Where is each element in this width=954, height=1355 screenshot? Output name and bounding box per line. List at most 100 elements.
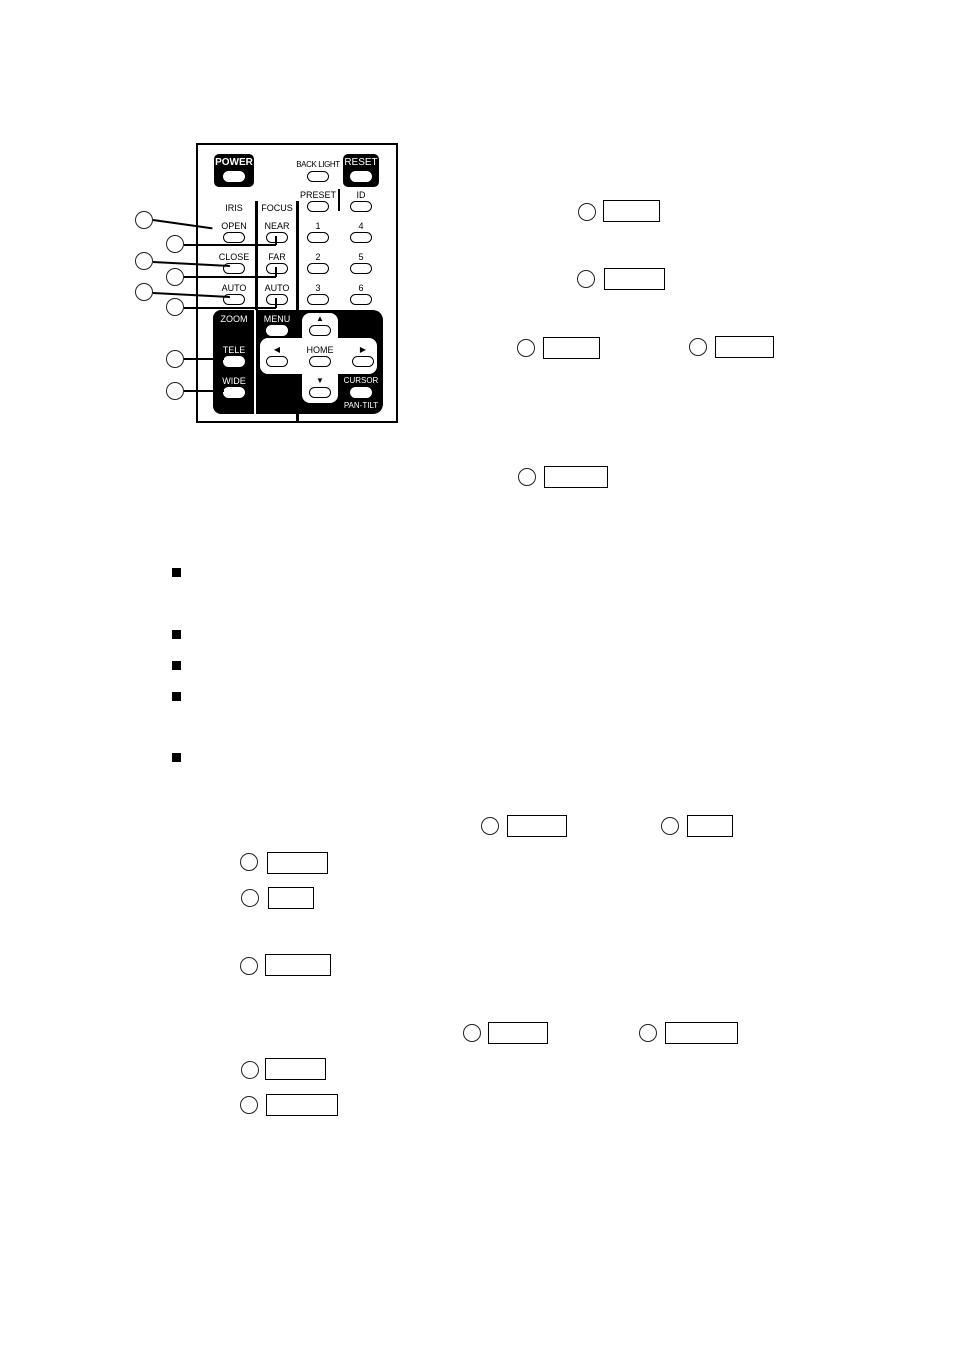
- iris-label: IRIS: [225, 203, 243, 213]
- zoom-tele-button[interactable]: [223, 356, 245, 367]
- preset-6-button[interactable]: [350, 294, 372, 305]
- callout-box: [268, 887, 314, 909]
- remote-control-diagram: POWER BACK LIGHT RESET PRESET ID IRIS FO…: [196, 143, 398, 423]
- callout-marker: [578, 203, 596, 221]
- callout-marker: [481, 817, 499, 835]
- home-button[interactable]: [309, 356, 331, 367]
- leader-line: [275, 267, 277, 277]
- right-arrow-icon: ▶: [359, 345, 367, 354]
- back-light-button[interactable]: [307, 171, 329, 182]
- focus-label: FOCUS: [261, 203, 293, 213]
- preset-3-button[interactable]: [307, 294, 329, 305]
- reset-button[interactable]: [350, 171, 372, 182]
- callout-box: [665, 1022, 738, 1044]
- callout-marker: [135, 211, 153, 229]
- preset-1-button[interactable]: [307, 232, 329, 243]
- focus-near-button[interactable]: [266, 232, 288, 243]
- cursor-pan-tilt-button[interactable]: [350, 387, 372, 398]
- callout-marker: [463, 1024, 481, 1042]
- home-label: HOME: [306, 345, 334, 355]
- bullet: [172, 630, 181, 639]
- reset-label: RESET: [344, 157, 378, 168]
- left-arrow-icon: ◀: [273, 345, 281, 354]
- callout-marker: [241, 1061, 259, 1079]
- focus-far-button[interactable]: [266, 263, 288, 274]
- up-arrow-icon: ▲: [316, 314, 324, 323]
- callout-marker: [240, 957, 258, 975]
- num6-label: 6: [358, 283, 364, 293]
- iris-open-button[interactable]: [223, 232, 245, 243]
- leader-line: [184, 276, 276, 278]
- divider: [255, 201, 258, 311]
- iris-auto-label: AUTO: [221, 283, 247, 293]
- callout-marker: [517, 339, 535, 357]
- callout-box: [507, 815, 567, 837]
- callout-marker: [518, 468, 536, 486]
- right-button[interactable]: [352, 356, 374, 367]
- down-arrow-icon: ▼: [316, 376, 324, 385]
- leader-line: [275, 298, 277, 308]
- callout-box: [544, 466, 608, 488]
- pan-tilt-label: PAN-TILT: [343, 401, 379, 410]
- num3-label: 3: [315, 283, 321, 293]
- bullet: [172, 661, 181, 670]
- num2-label: 2: [315, 252, 321, 262]
- callout-box: [265, 1058, 326, 1080]
- focus-near-label: NEAR: [264, 221, 290, 231]
- back-light-label: BACK LIGHT: [296, 160, 340, 169]
- zoom-label: ZOOM: [220, 314, 248, 324]
- callout-marker: [166, 268, 184, 286]
- preset-4-button[interactable]: [350, 232, 372, 243]
- callout-box: [265, 954, 331, 976]
- callout-box: [543, 337, 600, 359]
- focus-auto-label: AUTO: [264, 283, 290, 293]
- num1-label: 1: [315, 221, 321, 231]
- leader-line: [184, 358, 224, 360]
- menu-label: MENU: [263, 314, 291, 324]
- callout-box: [715, 336, 774, 358]
- callout-marker: [135, 252, 153, 270]
- callout-marker: [240, 1096, 258, 1114]
- callout-marker: [577, 270, 595, 288]
- callout-marker: [166, 235, 184, 253]
- left-button[interactable]: [266, 356, 288, 367]
- wide-label: WIDE: [222, 376, 246, 386]
- callout-marker: [135, 283, 153, 301]
- callout-marker: [241, 889, 259, 907]
- down-button[interactable]: [309, 387, 331, 398]
- preset-2-button[interactable]: [307, 263, 329, 274]
- id-button[interactable]: [350, 201, 372, 212]
- divider: [338, 189, 340, 211]
- callout-box: [488, 1022, 548, 1044]
- callout-marker: [166, 298, 184, 316]
- callout-box: [687, 815, 733, 837]
- callout-marker: [166, 382, 184, 400]
- id-label: ID: [356, 190, 366, 200]
- callout-marker: [166, 350, 184, 368]
- callout-box: [267, 852, 328, 874]
- leader-line: [184, 244, 276, 246]
- iris-close-label: CLOSE: [218, 252, 250, 262]
- zoom-wide-button[interactable]: [223, 387, 245, 398]
- preset-5-button[interactable]: [350, 263, 372, 274]
- callout-box: [604, 268, 665, 290]
- power-button[interactable]: [223, 171, 245, 182]
- bullet: [172, 692, 181, 701]
- callout-box: [603, 200, 660, 222]
- callout-marker: [689, 338, 707, 356]
- up-button[interactable]: [309, 325, 331, 336]
- bullet: [172, 753, 181, 762]
- callout-box: [266, 1094, 338, 1116]
- focus-auto-button[interactable]: [266, 294, 288, 305]
- num5-label: 5: [358, 252, 364, 262]
- cursor-label: CURSOR: [343, 376, 379, 385]
- bullet: [172, 568, 181, 577]
- callout-marker: [240, 853, 258, 871]
- menu-button[interactable]: [266, 325, 288, 336]
- leader-line: [184, 390, 224, 392]
- callout-marker: [661, 817, 679, 835]
- power-label: POWER: [215, 157, 253, 168]
- focus-far-label: FAR: [268, 252, 286, 262]
- preset-button[interactable]: [307, 201, 329, 212]
- tele-label: TELE: [222, 345, 246, 355]
